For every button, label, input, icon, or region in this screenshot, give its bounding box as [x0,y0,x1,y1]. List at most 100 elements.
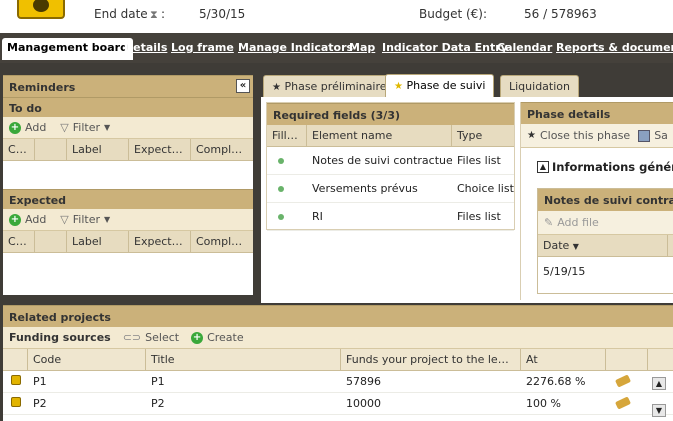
table-row[interactable]: P1 P1 57896 2276.68 % [3,371,673,393]
tab-phase-de-suivi[interactable]: ★ Phase de suivi [385,74,495,98]
phase-details-toolbar: ★ Close this phase Sa [521,124,673,148]
notes-toolbar: ✎ Add file [538,211,673,235]
funding-table-header: Code Title Funds your project to the lev… [3,349,673,371]
table-row[interactable]: Versements prévus Choice list [267,175,514,203]
funding-col-actions [606,349,648,370]
funding-funds: 10000 [346,397,381,410]
add-icon[interactable]: + [191,331,204,344]
todo-col-expected[interactable]: Expecte... [129,139,191,160]
sort-down-icon: ▼ [572,242,579,251]
table-row[interactable]: RI Files list [267,203,514,231]
collapse-icon[interactable]: ▲ [537,161,549,173]
funding-col-at[interactable]: At [521,349,606,370]
nav-manage-indicators[interactable]: Manage Indicators [238,41,353,54]
tab-phase-preliminaire[interactable]: ★ Phase préliminaire [263,75,396,97]
notes-date-value: 5/19/15 [543,264,586,278]
nav-calendar[interactable]: Calendar [497,41,552,54]
todo-col-cl[interactable]: Cl... [3,139,35,160]
notes-col-date[interactable]: Date ▼ [538,235,668,256]
disk-icon[interactable] [638,129,651,142]
budget-value: 56 / 578963 [524,7,597,21]
notes-title: Notes de suivi contractu [538,189,673,211]
chevron-down-icon[interactable]: ▼ [104,123,110,132]
filled-status-icon [278,186,284,192]
coin-icon [11,375,21,385]
collapse-icon[interactable]: « [236,79,250,93]
todo-col-completed[interactable]: Complet... [191,139,253,160]
scroll-up-button[interactable]: ▲ [652,377,666,390]
related-projects-panel: Related projects Funding sources ⊂⊃ Sele… [3,305,673,421]
rf-col-filled[interactable]: Fille... [267,125,307,146]
filled-status-icon [278,158,284,164]
app-logo-icon [17,0,65,19]
funding-funds: 57896 [346,375,381,388]
funding-toolbar: Funding sources ⊂⊃ Select + Create [3,327,673,349]
end-date-label: End date [94,7,148,21]
filter-icon[interactable]: ▽ [60,121,68,134]
tab-liquidation-label: Liquidation [509,80,570,93]
todo-col-label[interactable]: Label [67,139,129,160]
nav-log-frame[interactable]: Log frame [171,41,234,54]
nav-indicator-data-entry[interactable]: Indicator Data Entry [382,41,508,54]
funding-col-title[interactable]: Title [146,349,341,370]
nav-details[interactable]: Details [124,41,167,54]
scroll-down-button[interactable]: ▼ [652,404,666,417]
expected-add-button[interactable]: Add [25,213,46,226]
chevron-down-icon[interactable]: ▼ [104,215,110,224]
link-icon[interactable]: ⊂⊃ [123,331,141,344]
expected-title: Expected [3,189,253,209]
nav-reports-documents[interactable]: Reports & documents [556,41,673,54]
table-row[interactable]: P2 P2 10000 100 % [3,393,673,415]
tab-phase-preliminaire-label: Phase préliminaire [284,80,387,93]
save-button[interactable]: Sa [654,129,668,142]
select-button[interactable]: Select [145,331,179,344]
expected-col-cl[interactable]: Cl... [3,231,35,252]
expected-col-completed[interactable]: Complet... [191,231,253,252]
add-file-button[interactable]: Add file [557,216,599,229]
todo-col-icon[interactable] [35,139,67,160]
funding-col-code[interactable]: Code [28,349,146,370]
phase-details-panel: Phase details ★ Close this phase Sa ▲ In… [520,102,673,300]
expected-col-label[interactable]: Label [67,231,129,252]
todo-add-button[interactable]: Add [25,121,46,134]
budget-label: Budget (€): [419,7,488,21]
rf-col-type[interactable]: Type [452,125,514,146]
edit-icon[interactable] [614,397,632,410]
app-header: End date ⧗ : 5/30/15 Budget (€): 56 / 57… [0,0,673,33]
tab-liquidation[interactable]: Liquidation [500,75,579,97]
related-projects-title: Related projects [3,305,673,327]
reminders-title-text: Reminders [9,81,76,94]
edit-icon[interactable] [614,375,632,388]
rf-element-name: Notes de suivi contractuel [312,154,452,167]
nav-management-board[interactable]: Management board [2,38,133,60]
nav-map[interactable]: Map [349,41,375,54]
table-row[interactable]: Notes de suivi contractuel Files list [267,147,514,175]
close-phase-button[interactable]: Close this phase [540,129,630,142]
todo-table-header: Cl... Label Expecte... Complet... [3,139,253,161]
star-icon: ★ [394,81,403,92]
rf-col-element-name[interactable]: Element name [307,125,452,146]
main-nav: Management board Details Log frame Manag… [0,33,673,63]
funding-col-funds[interactable]: Funds your project to the level o... [341,349,521,370]
rf-type: Files list [457,154,501,167]
info-section-header[interactable]: ▲ Informations généra [537,160,673,174]
reminders-panel: Reminders « To do + Add ▽ Filter ▼ Cl...… [3,75,253,295]
expected-col-icon[interactable] [35,231,67,252]
add-icon[interactable]: + [9,121,21,134]
todo-title: To do [3,97,253,117]
paperclip-icon: ✎ [544,216,554,229]
todo-filter-button[interactable]: Filter [73,121,100,134]
filter-icon[interactable]: ▽ [60,213,68,226]
expected-toolbar: + Add ▽ Filter ▼ [3,209,253,231]
add-icon[interactable]: + [9,213,21,226]
table-row[interactable]: 5/19/15 [538,257,673,285]
funding-title: P2 [151,397,165,410]
expected-col-expected[interactable]: Expecte... [129,231,191,252]
expected-filter-button[interactable]: Filter [73,213,100,226]
phase-details-title: Phase details [521,102,673,124]
funding-at: 2276.68 % [526,375,586,388]
funding-at: 100 % [526,397,561,410]
notes-panel: Notes de suivi contractu ✎ Add file Date… [537,188,673,294]
star-icon[interactable]: ★ [527,130,536,141]
create-button[interactable]: Create [207,331,244,344]
